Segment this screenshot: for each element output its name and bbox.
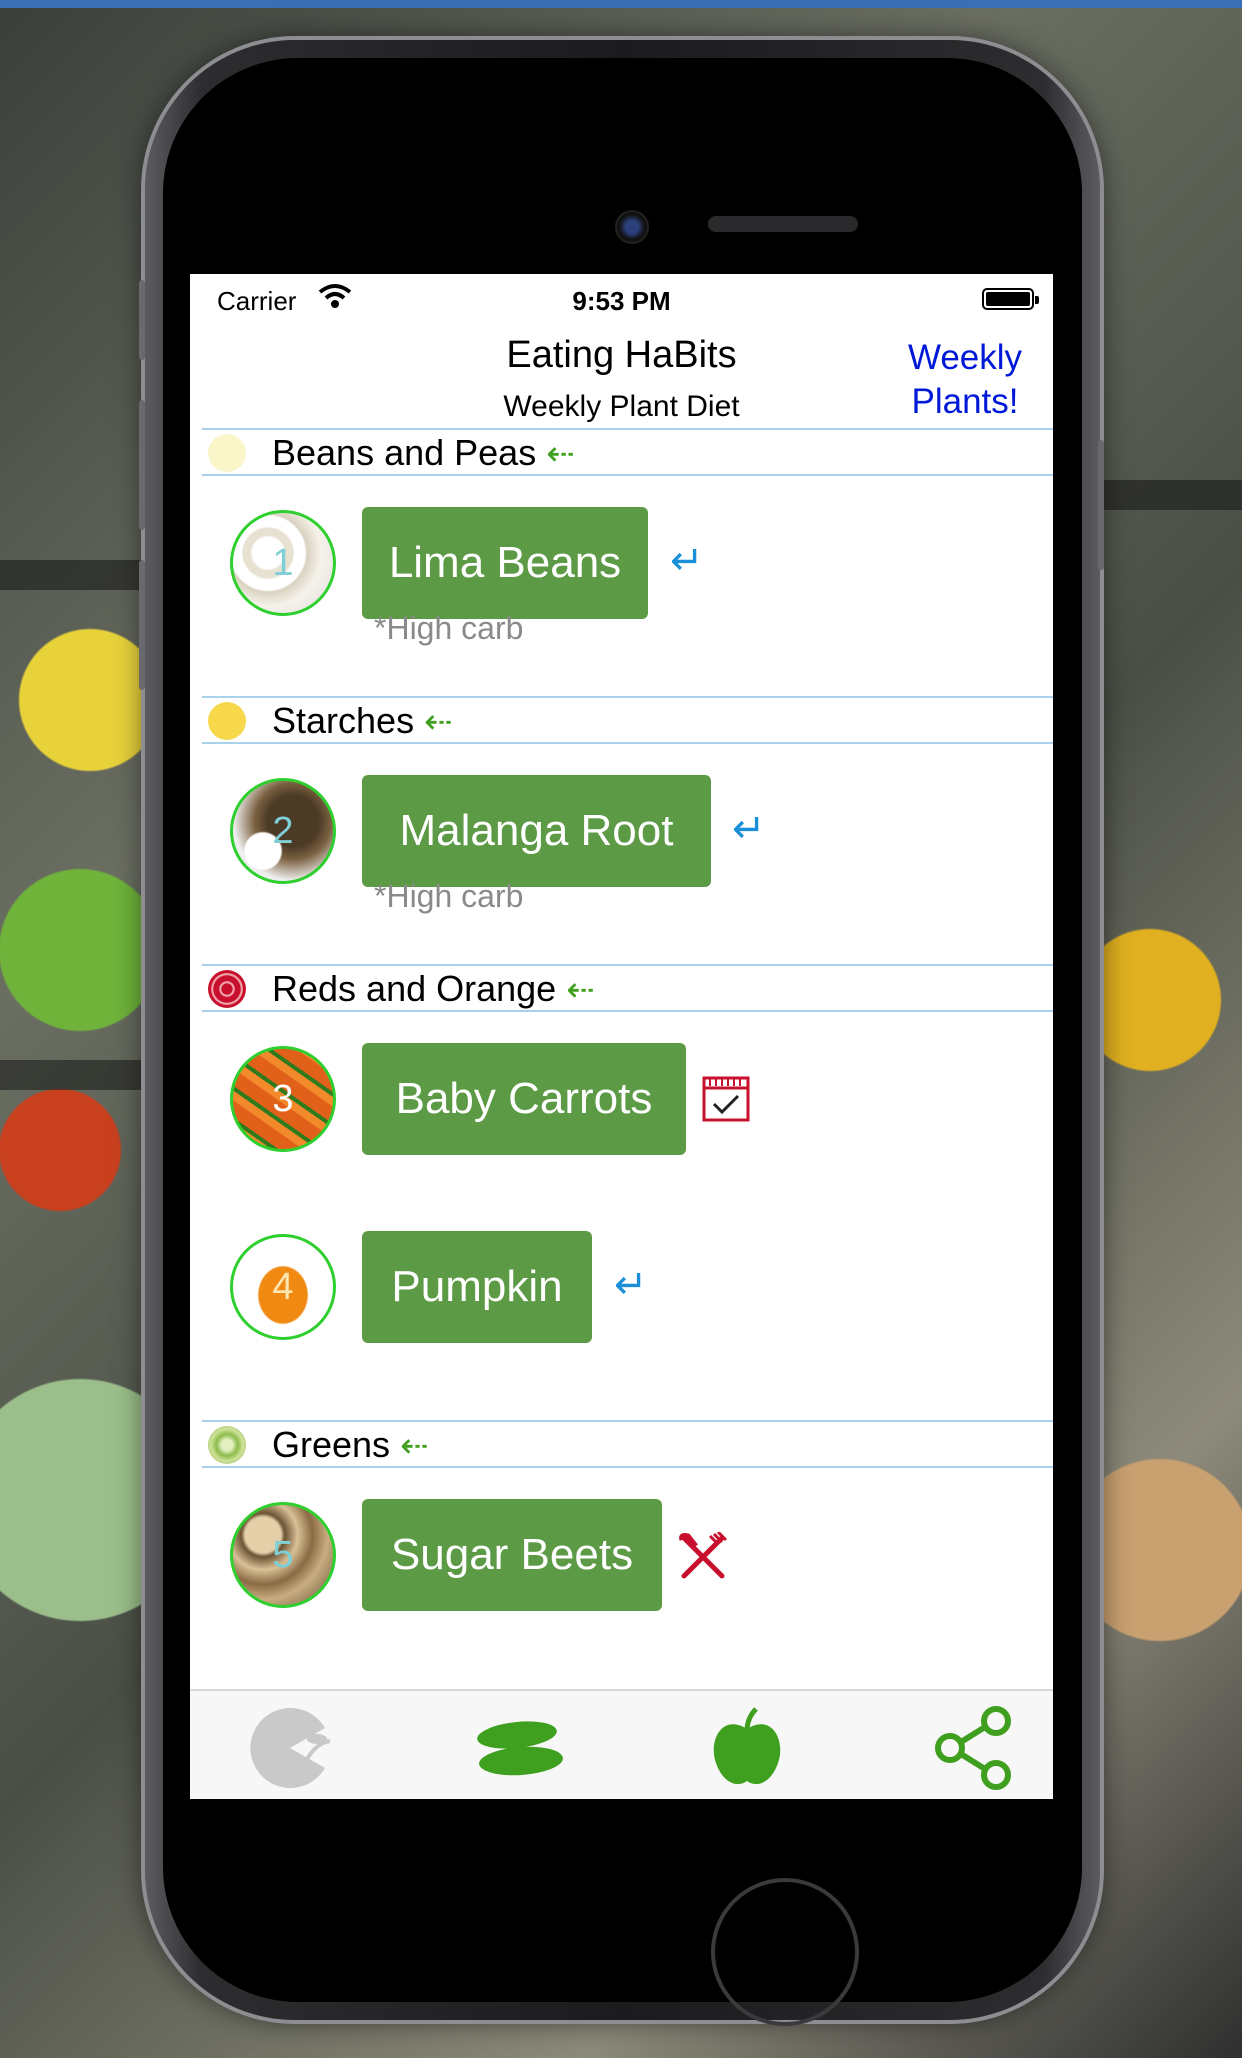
plant-button-malanga-root[interactable]: Malanga Root: [362, 775, 711, 887]
plant-number: 1: [272, 541, 294, 584]
section-label: Greens ⇠: [272, 1424, 429, 1466]
return-arrow-icon[interactable]: ↵: [670, 538, 704, 584]
section-header-reds-orange[interactable]: Reds and Orange ⇠: [202, 964, 1053, 1012]
cabbage-icon: [208, 1426, 246, 1464]
plant-button-sugar-beets[interactable]: Sugar Beets: [362, 1499, 662, 1611]
beet-slice-icon: [208, 970, 246, 1008]
plant-note: *High carb: [374, 878, 524, 914]
calendar-check-icon[interactable]: [702, 1076, 750, 1122]
volume-up-button: [139, 400, 145, 530]
camera: [615, 210, 649, 244]
plant-thumbnail[interactable]: 3: [230, 1046, 336, 1152]
plant-button-pumpkin[interactable]: Pumpkin: [362, 1231, 592, 1343]
plant-thumbnail[interactable]: 1: [230, 510, 336, 616]
app-screen: Carrier 9:53 PM Eating HaBits Weekly Pla…: [190, 274, 1053, 1799]
back-arrow-icon[interactable]: ⇠: [424, 703, 453, 741]
plant-number: 2: [272, 809, 294, 852]
back-arrow-icon[interactable]: ⇠: [546, 435, 575, 473]
pacman-sprout-icon[interactable]: [245, 1703, 335, 1793]
weekly-plants-button[interactable]: Weekly Plants!: [890, 336, 1040, 424]
section-label-text: Greens: [272, 1424, 391, 1465]
cucumbers-icon[interactable]: [475, 1703, 565, 1793]
return-arrow-icon[interactable]: ↵: [732, 806, 766, 852]
starches-icon: [208, 702, 246, 740]
shelf: [0, 1060, 150, 1090]
shelf: [1100, 480, 1242, 510]
status-bar: Carrier 9:53 PM: [190, 274, 1053, 324]
section-label-text: Starches: [272, 700, 415, 741]
top-border: [0, 0, 1242, 8]
plant-note: *High carb: [374, 610, 524, 646]
share-icon[interactable]: [930, 1703, 1020, 1793]
plant-button-baby-carrots[interactable]: Baby Carrots: [362, 1043, 686, 1155]
clock: 9:53 PM: [572, 286, 671, 316]
beans-peas-icon: [208, 434, 246, 472]
battery-icon: [982, 288, 1039, 310]
plant-thumbnail[interactable]: 2: [230, 778, 336, 884]
plant-number: 3: [272, 1077, 294, 1120]
power-button: [1098, 440, 1104, 570]
plant-thumbnail[interactable]: 5: [230, 1502, 336, 1608]
plant-number: 4: [272, 1265, 294, 1308]
back-arrow-icon[interactable]: ⇠: [400, 1427, 429, 1465]
shelf: [0, 560, 150, 590]
apple-icon[interactable]: [702, 1703, 792, 1793]
section-label-text: Reds and Orange: [272, 968, 557, 1009]
home-button[interactable]: [711, 1878, 859, 2026]
section-header-greens[interactable]: Greens ⇠: [202, 1420, 1053, 1468]
section-label: Reds and Orange ⇠: [272, 968, 595, 1010]
mute-switch: [139, 280, 145, 360]
fork-knife-crossed-icon[interactable]: [678, 1532, 728, 1582]
return-arrow-icon[interactable]: ↵: [614, 1262, 648, 1308]
section-header-starches[interactable]: Starches ⇠: [202, 696, 1053, 744]
plant-thumbnail[interactable]: 4: [230, 1234, 336, 1340]
section-label: Starches ⇠: [272, 700, 453, 742]
volume-down-button: [139, 560, 145, 690]
back-arrow-icon[interactable]: ⇠: [566, 971, 595, 1009]
speaker: [708, 216, 858, 232]
tab-bar: [190, 1689, 1053, 1799]
section-header-beans-peas[interactable]: Beans and Peas ⇠: [202, 428, 1053, 476]
plant-number: 5: [272, 1533, 294, 1576]
plant-button-lima-beans[interactable]: Lima Beans: [362, 507, 648, 619]
section-label: Beans and Peas ⇠: [272, 432, 575, 474]
section-label-text: Beans and Peas: [272, 432, 537, 473]
